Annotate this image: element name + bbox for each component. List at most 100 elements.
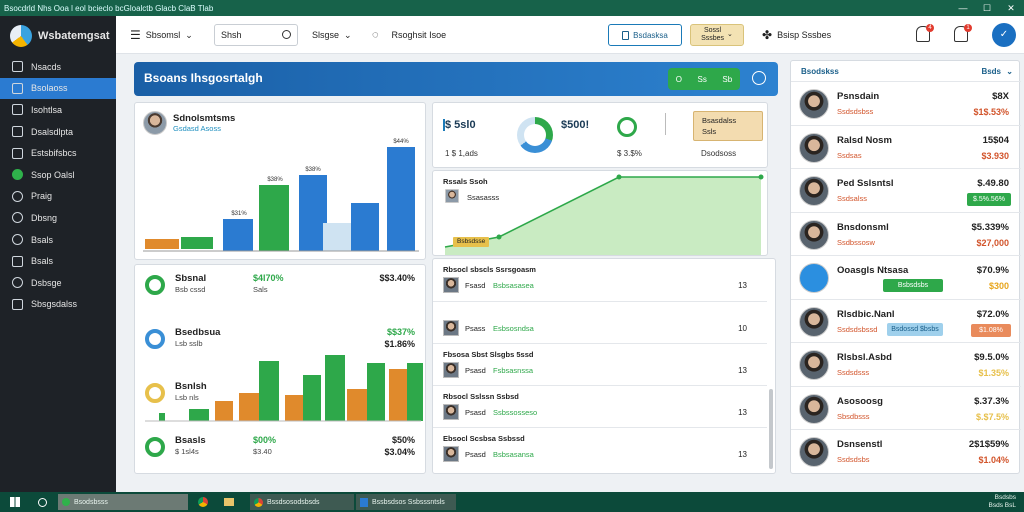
person-row[interactable]: Ped Sslsntsl Ssdsalss $.49.80 $.5%.56% <box>791 168 1021 212</box>
people-panel-action[interactable]: Bsds <box>981 67 1001 76</box>
person-change: $3.930 <box>981 150 1009 161</box>
kpi-value: $50% <box>391 435 415 445</box>
progress-ring-icon <box>617 117 637 137</box>
people-panel-title: Bsodskss <box>801 67 839 76</box>
bar-label-4: $44% <box>393 139 409 145</box>
list-item[interactable]: Rbsocl sbscls Ssrsgoasm Fsasd Bsbsasasea 13 <box>433 259 767 301</box>
folder-icon[interactable] <box>220 494 238 510</box>
banner-action-1[interactable]: O <box>676 75 682 84</box>
user-avatar[interactable]: ✓ <box>992 23 1016 47</box>
person-avatar <box>799 219 829 250</box>
sidebar-item-10[interactable]: Bsals <box>0 250 116 272</box>
taskbar-app-2[interactable]: Bssdsosodsbsds <box>250 494 354 510</box>
system-clock[interactable]: Bsdsbs Bsds BsL <box>989 494 1016 510</box>
person-row[interactable]: Rlsdbic.Nanl Ssdsdsbssd $72.0% $1.08% Bsdoss… <box>791 298 1021 343</box>
group-selector[interactable]: ◌ Rsoghsit Isoe <box>372 16 446 54</box>
primary-action-button[interactable]: Bsdasksa <box>608 24 682 46</box>
search-taskbar-icon[interactable] <box>34 494 51 510</box>
list-item-count: 13 <box>738 366 747 375</box>
list-item-heading: Rbsocl Sslssn Ssbsd <box>443 392 519 401</box>
person-row[interactable]: Psnsdain Ssdsdsbss $8X $1$.53% <box>791 81 1021 125</box>
kpi-name: Bsedbsua <box>175 327 221 338</box>
taskbar-app-3[interactable]: Bssbsdsos Ssbsssntsls <box>356 494 456 510</box>
kpi-row[interactable]: Bsnlsh Lsb nls <box>135 377 425 413</box>
sidebar-item-label: Praig <box>31 191 53 202</box>
sidebar-item-label: Dbsng <box>31 212 58 223</box>
person-tag-chip[interactable]: Bsdossd $bsbs <box>887 322 943 336</box>
kpi-panel: Sbsnal Bsb cssd $4l70% Sals $$3.40% Bsedbsua L… <box>134 264 426 474</box>
window-title: Bsocdrld Nhs Ooa l eol bcieclo bcGloalct… <box>4 3 214 13</box>
sidebar-item-5[interactable]: Estsbifsbcs <box>0 142 116 164</box>
secondary-action-label: Sossl Sssbes <box>701 27 725 42</box>
banner-search-icon[interactable] <box>752 71 766 85</box>
banner-action-group[interactable]: O Ss Sb <box>668 68 740 90</box>
kpi-row[interactable]: Sbsnal Bsb cssd $4l70% Sals $$3.40% <box>135 269 425 305</box>
person-row[interactable]: Ooasgls Ntsasa $70.9% $300 Bsbsdsbs <box>791 255 1021 299</box>
sidebar-item-2[interactable]: Bsolaoss <box>0 77 116 100</box>
list-item-count: 13 <box>738 281 747 290</box>
filter-label: Slsgse <box>312 30 340 40</box>
person-change: $1.35% <box>978 368 1009 378</box>
sidebar-item-6[interactable]: Ssop Oalsl <box>0 164 116 186</box>
person-row[interactable]: Ralsd Nosm Ssdsas 15$04 $3.930 <box>791 124 1021 169</box>
list-item-heading: Ebsocl Scsbsa Ssbssd <box>443 434 525 443</box>
sidebar-item-1[interactable]: Nsacds <box>0 56 116 78</box>
list-scrollbar[interactable] <box>769 389 773 469</box>
brand[interactable]: Wsbatemgsat <box>0 16 116 56</box>
person-row[interactable]: Rlsbsl.Asbd Ssdsdsss $9.5.0% $1.35% <box>791 342 1021 386</box>
sidebar-item-label: Sbsgsdalss <box>31 299 78 310</box>
person-avatar <box>799 393 829 424</box>
list-item-primary: Psasd <box>465 450 486 459</box>
person-name: Ped Sslsntsl <box>837 178 894 189</box>
kpi-row[interactable]: Bsasls $ 1sl4s $00% $3.40 $50% $3.04% <box>135 431 425 467</box>
list-item[interactable]: Psass Esbsosndsa 10 <box>433 301 767 343</box>
sidebar-item-9[interactable]: Bsals <box>0 229 116 251</box>
highlight-card[interactable]: Bsasdalss Ssls <box>693 111 763 141</box>
secondary-action-button[interactable]: Sossl Sssbes ⌄ <box>690 24 744 46</box>
person-name: Asosoosg <box>837 395 883 407</box>
sidebar-item-icon <box>12 104 23 116</box>
filter-dropdown[interactable]: Slsgse ⌄ <box>312 16 352 54</box>
kpi-mid: $00% <box>253 435 277 445</box>
menu-dropdown[interactable]: ☰ Sbsomsl ⌄ <box>130 16 193 54</box>
title-bar: Bsocdrld Nhs Ooa l eol bcieclo bcGloalct… <box>0 0 1024 16</box>
kpi-value-2: $1.86% <box>384 339 415 349</box>
bar-1 <box>145 239 179 249</box>
sidebar-item-icon <box>12 82 23 94</box>
person-avatar <box>799 176 829 206</box>
chevron-down-icon[interactable]: ⌄ <box>1006 67 1013 76</box>
sidebar-item-12[interactable]: Sbsgsdalss <box>0 294 116 316</box>
kpi-midsub: $3.40 <box>253 447 272 456</box>
list-item[interactable]: Ebsocl Scsbsa Ssbssd Psasd Bsbsasansa 13 <box>433 427 767 469</box>
maximize-icon[interactable]: ☐ <box>976 0 998 16</box>
person-name: Rlsbsl.Asbd <box>837 352 892 363</box>
banner-action-3[interactable]: Sb <box>722 75 732 84</box>
person-row[interactable]: Bnsdonsml Ssdbssosw $5.339% $27,000 <box>791 211 1021 256</box>
browser-icon[interactable] <box>194 494 212 510</box>
person-tag-chip[interactable]: Bsbsdsbs <box>883 279 943 292</box>
person-row[interactable]: Dsnsenstl Ssdsdsbs 2$1$59% $1.04% <box>791 429 1021 473</box>
sidebar-item-3[interactable]: Isohtlsa <box>0 99 116 121</box>
list-item[interactable]: Rbsocl Sslssn Ssbsd Psasd Ssbssosseso 13 <box>433 385 767 427</box>
start-icon[interactable] <box>6 494 24 510</box>
search-input[interactable]: Shsh <box>214 24 298 46</box>
taskbar-app-2-label: Bssdsosodsbsds <box>267 498 320 506</box>
workspace-selector[interactable]: ✤ Bsisp Sssbes <box>762 16 831 54</box>
sidebar-item-11[interactable]: Dsbsge <box>0 272 116 294</box>
person-value: $9.5.0% <box>974 352 1009 363</box>
banner-action-2[interactable]: Ss <box>698 75 707 84</box>
sidebar-item-icon <box>12 234 23 246</box>
kpi-row[interactable]: Bsedbsua Lsb sslb $$37% $1.86% <box>135 323 425 359</box>
close-icon[interactable]: ✕ <box>1000 0 1022 16</box>
minimize-icon[interactable]: — <box>952 0 974 16</box>
sidebar-item-7[interactable]: Praig <box>0 186 116 208</box>
list-item[interactable]: Fbsosa Sbst Slsgbs 5ssd Psasd Fsbsasnssa 13 <box>433 343 767 385</box>
sidebar-item-4[interactable]: Dsalsdlpta <box>0 121 116 143</box>
sidebar-item-8[interactable]: Dbsng <box>0 207 116 229</box>
app-icon <box>62 498 70 506</box>
taskbar-app-1[interactable]: Bsodsbsss <box>58 494 188 510</box>
person-row[interactable]: Asosoosg Sbsdbsss $.37.3% $.$7.5% <box>791 385 1021 430</box>
sidebar-item-label: Bsals <box>31 256 54 267</box>
chevron-down-icon: ⌄ <box>185 29 193 40</box>
person-name: Ralsd Nosm <box>837 134 892 146</box>
